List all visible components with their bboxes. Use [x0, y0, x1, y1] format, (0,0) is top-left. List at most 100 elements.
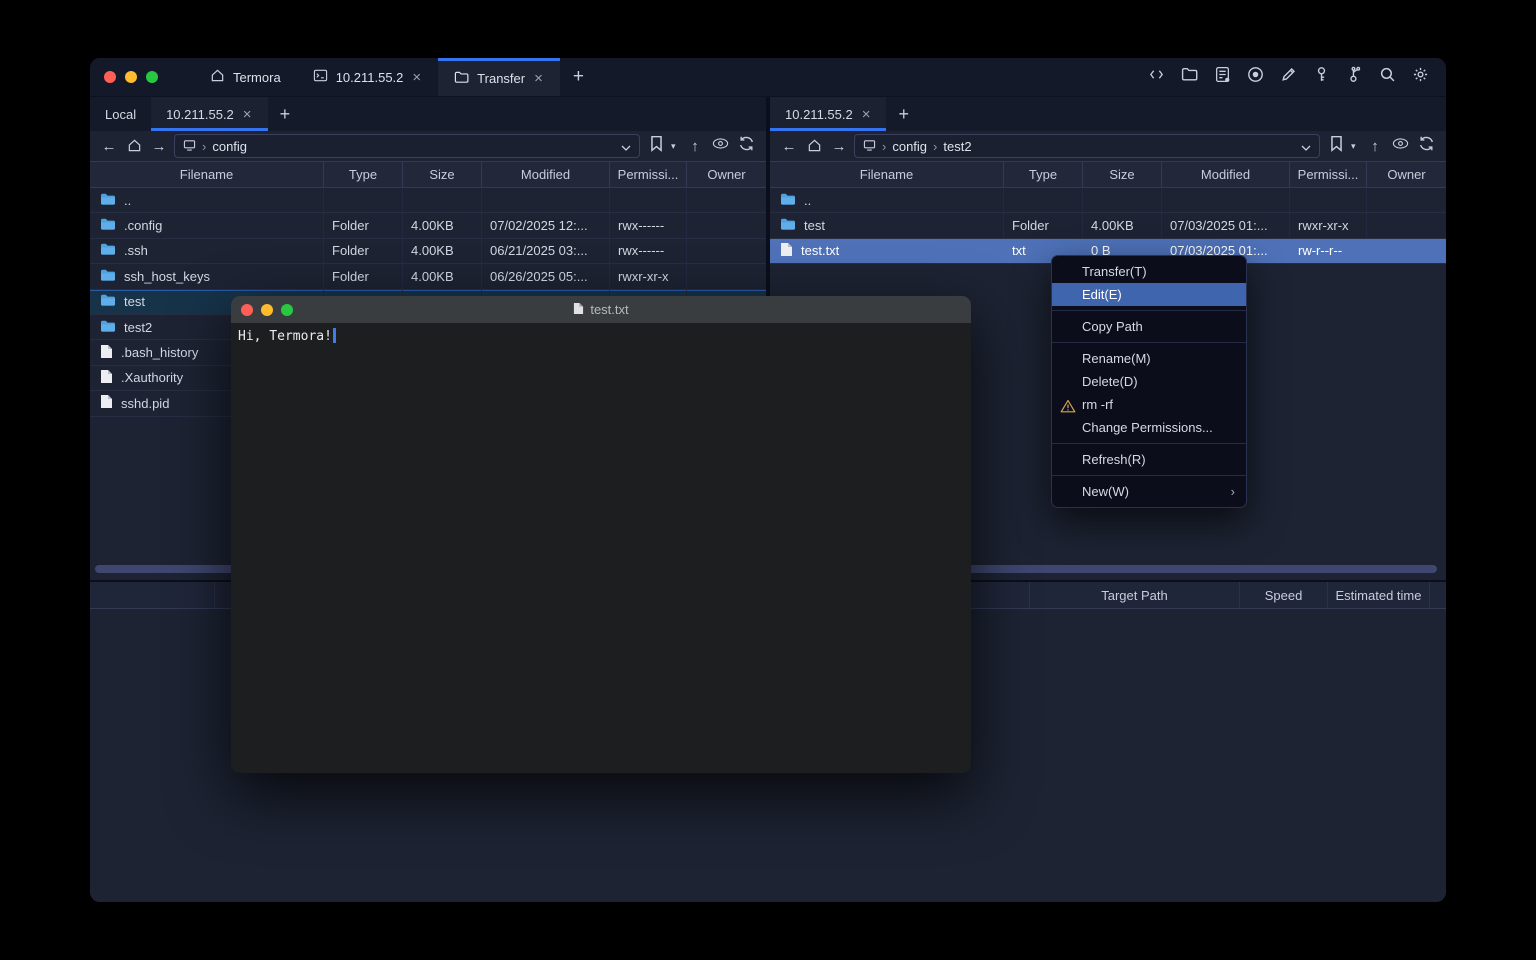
filename: test — [124, 294, 145, 309]
column-header-type[interactable]: Type — [324, 162, 403, 187]
transfer-column-estimated-time[interactable]: Estimated time — [1328, 582, 1430, 608]
left-table-header: Filename Type Size Modified Permissi... … — [90, 161, 766, 188]
forward-button[interactable]: → — [829, 138, 849, 155]
path-breadcrumb[interactable]: › config — [174, 134, 640, 158]
column-header-size[interactable]: Size — [1083, 162, 1162, 187]
parent-directory-button[interactable]: ↑ — [1365, 138, 1385, 155]
column-header-permissions[interactable]: Permissi... — [1290, 162, 1367, 187]
menu-separator — [1052, 475, 1246, 476]
crumb-segment[interactable]: config — [212, 139, 247, 154]
crumb-segment[interactable]: config — [892, 139, 927, 154]
file-row-ssh-host-keys[interactable]: ssh_host_keys Folder4.00KB06/26/2025 05:… — [90, 264, 766, 289]
file-manager-button[interactable] — [1179, 67, 1199, 87]
zoom-window-button[interactable] — [146, 71, 158, 83]
tab-remote-session[interactable]: 10.211.55.2 × — [151, 97, 267, 131]
menu-item-refresh[interactable]: Refresh(R) — [1052, 448, 1246, 471]
column-header-modified[interactable]: Modified — [1162, 162, 1290, 187]
file-row-test[interactable]: test Folder4.00KB07/03/2025 01:...rwxr-x… — [770, 213, 1446, 238]
show-hidden-button[interactable] — [1389, 136, 1411, 156]
column-header-filename[interactable]: Filename — [770, 162, 1004, 187]
menu-item-delete[interactable]: Delete(D) — [1052, 370, 1246, 393]
menu-item-copy-path[interactable]: Copy Path — [1052, 315, 1246, 338]
transfer-column-speed[interactable]: Speed — [1240, 582, 1328, 608]
column-header-permissions[interactable]: Permissi... — [610, 162, 687, 187]
snippets-button[interactable] — [1146, 67, 1166, 87]
close-icon[interactable]: × — [861, 107, 872, 122]
editor-minimize-button[interactable] — [261, 304, 273, 316]
column-header-modified[interactable]: Modified — [482, 162, 610, 187]
bookmark-icon — [1328, 135, 1345, 157]
home-button[interactable] — [124, 138, 144, 155]
parent-directory-button[interactable]: ↑ — [685, 138, 705, 155]
log-icon — [1214, 66, 1231, 88]
forward-button[interactable]: → — [149, 138, 169, 155]
bookmark-dropdown-button[interactable]: ▾ — [1351, 141, 1361, 152]
back-button[interactable]: ← — [779, 138, 799, 155]
editor-close-button[interactable] — [241, 304, 253, 316]
keychain-button[interactable] — [1344, 67, 1364, 87]
file-row-parent[interactable]: .. — [770, 188, 1446, 213]
chevron-down-icon[interactable] — [1301, 139, 1311, 154]
refresh-button[interactable] — [735, 136, 757, 156]
column-header-type[interactable]: Type — [1004, 162, 1083, 187]
macro-button[interactable] — [1245, 67, 1265, 87]
minimize-window-button[interactable] — [125, 71, 137, 83]
crumb-segment[interactable]: test2 — [943, 139, 971, 154]
tab-label: Termora — [233, 70, 281, 85]
settings-button[interactable] — [1410, 67, 1430, 87]
bookmark-button[interactable] — [645, 136, 667, 156]
editor-zoom-button[interactable] — [281, 304, 293, 316]
close-icon[interactable]: × — [242, 107, 253, 122]
folder-icon — [780, 192, 796, 209]
chevron-down-icon[interactable] — [621, 139, 631, 154]
tab-transfer[interactable]: Transfer × — [438, 58, 560, 96]
column-header-owner[interactable]: Owner — [1367, 162, 1446, 187]
bookmark-button[interactable] — [1325, 136, 1347, 156]
filename: .bash_history — [121, 345, 198, 360]
folder-icon — [454, 70, 469, 88]
tab-label: 10.211.55.2 — [336, 70, 404, 85]
show-hidden-button[interactable] — [709, 136, 731, 156]
file-row-config[interactable]: .config Folder4.00KB07/02/2025 12:...rwx… — [90, 213, 766, 238]
edit-button[interactable] — [1278, 67, 1298, 87]
menu-item-rm-rf[interactable]: rm -rf — [1052, 393, 1246, 416]
column-header-filename[interactable]: Filename — [90, 162, 324, 187]
new-panel-tab-button[interactable]: + — [886, 97, 921, 131]
home-button[interactable] — [804, 138, 824, 155]
tab-remote-session[interactable]: 10.211.55.2 × — [770, 97, 886, 131]
tab-termora-home[interactable]: Termora — [194, 58, 297, 96]
menu-item-change-permissions[interactable]: Change Permissions... — [1052, 416, 1246, 439]
transfer-column-target-path[interactable]: Target Path — [1030, 582, 1240, 608]
editor-content: Hi, Termora! — [238, 329, 332, 344]
path-breadcrumb[interactable]: › config › test2 — [854, 134, 1320, 158]
file-row-ssh[interactable]: .ssh Folder4.00KB06/21/2025 03:...rwx---… — [90, 239, 766, 264]
editor-text-area[interactable]: Hi, Termora! — [231, 323, 971, 773]
menu-item-rename[interactable]: Rename(M) — [1052, 347, 1246, 370]
bookmark-dropdown-button[interactable]: ▾ — [671, 141, 681, 152]
folder-icon — [100, 217, 116, 234]
close-icon[interactable]: × — [533, 71, 544, 86]
column-header-owner[interactable]: Owner — [687, 162, 766, 187]
left-panel-tab-bar: Local 10.211.55.2 × + — [90, 97, 766, 131]
transfer-column-tail — [1430, 582, 1446, 608]
new-tab-button[interactable]: + — [560, 58, 597, 96]
menu-item-edit[interactable]: Edit(E) — [1052, 283, 1246, 306]
menu-item-transfer[interactable]: Transfer(T) — [1052, 260, 1246, 283]
file-row-parent[interactable]: .. — [90, 188, 766, 213]
close-icon[interactable]: × — [411, 70, 422, 85]
close-window-button[interactable] — [104, 71, 116, 83]
back-button[interactable]: ← — [99, 138, 119, 155]
log-button[interactable] — [1212, 67, 1232, 87]
column-header-size[interactable]: Size — [403, 162, 482, 187]
search-button[interactable] — [1377, 67, 1397, 87]
refresh-button[interactable] — [1415, 136, 1437, 156]
key-manager-button[interactable] — [1311, 67, 1331, 87]
tab-local[interactable]: Local — [90, 97, 151, 131]
right-nav-icons: ▾ ↑ — [1325, 136, 1437, 156]
tab-terminal-session[interactable]: 10.211.55.2 × — [297, 58, 438, 96]
folder-icon — [100, 319, 116, 336]
new-panel-tab-button[interactable]: + — [268, 97, 303, 131]
filename: test.txt — [801, 243, 839, 258]
folder-icon — [100, 242, 116, 259]
menu-item-new[interactable]: New(W)› — [1052, 480, 1246, 503]
